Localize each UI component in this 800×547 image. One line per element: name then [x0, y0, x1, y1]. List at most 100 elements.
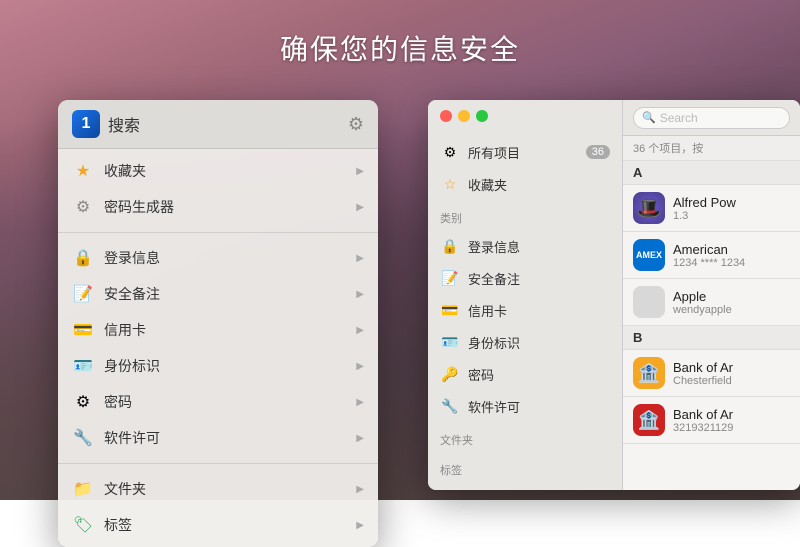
menu-item-folders[interactable]: 📁 文件夹 ▶	[58, 471, 378, 507]
sidebar-section-categories: 类别	[428, 200, 622, 230]
id-icon: 🪪	[440, 332, 460, 352]
sidebar-item-identity[interactable]: 🪪 身份标识	[428, 326, 622, 358]
gear-icon[interactable]: ⚙	[348, 114, 364, 135]
menu-item-software[interactable]: 🔧 软件许可 ▶	[58, 420, 378, 456]
sidebar-label: 收藏夹	[468, 175, 610, 194]
item-title: Bank of Ar	[673, 360, 790, 375]
menu-item-label: 信用卡	[104, 320, 356, 340]
item-count-badge: 36	[586, 145, 610, 159]
menu-header: 1 搜索 ⚙	[58, 100, 378, 149]
note-icon: 📝	[72, 283, 94, 305]
item-info: Apple wendyapple	[673, 289, 790, 316]
chevron-right-icon: ▶	[356, 202, 364, 213]
sidebar-label: 登录信息	[468, 237, 610, 256]
app-icon-alfred: 🎩	[633, 192, 665, 224]
chevron-right-icon: ▶	[356, 253, 364, 264]
chevron-right-icon: ▶	[356, 397, 364, 408]
list-item[interactable]: AMEX American 1234 **** 1234	[623, 232, 800, 279]
card-icon: 💳	[440, 300, 460, 320]
sidebar-label: 所有项目	[468, 143, 586, 162]
menu-search-label: 搜索	[108, 112, 348, 136]
menu-item-passwords[interactable]: ⚙ 密码 ▶	[58, 384, 378, 420]
item-title: Apple	[673, 289, 790, 304]
gear-small-icon: ⚙	[72, 196, 94, 218]
onepassword-icon: 1	[72, 110, 100, 138]
sidebar-label: 身份标识	[468, 333, 610, 352]
sidebar-item-cards[interactable]: 💳 信用卡	[428, 294, 622, 326]
app-icon-bank-yellow: 🏦	[633, 357, 665, 389]
sidebar-label: 软件许可	[468, 397, 610, 416]
menu-item-credit-cards[interactable]: 💳 信用卡 ▶	[58, 312, 378, 348]
menu-item-notes[interactable]: 📝 安全备注 ▶	[58, 276, 378, 312]
app-sidebar: ⚙ 所有项目 36 ☆ 收藏夹 类别 🔒 登录信息 📝 安全备注 💳 信用卡 🪪…	[428, 100, 623, 490]
maximize-button[interactable]	[476, 110, 488, 122]
item-subtitle: Chesterfield	[673, 375, 790, 387]
key-icon: 🔑	[440, 364, 460, 384]
item-subtitle: 3219321129	[673, 422, 790, 434]
menu-item-logins[interactable]: 🔒 登录信息 ▶	[58, 240, 378, 276]
sidebar-label: 信用卡	[468, 301, 610, 320]
menu-divider	[58, 232, 378, 233]
chevron-right-icon: ▶	[356, 325, 364, 336]
menu-item-identity[interactable]: 🪪 身份标识 ▶	[58, 348, 378, 384]
app-icon-apple	[633, 286, 665, 318]
menu-item-label: 安全备注	[104, 284, 356, 304]
item-title: Bank of Ar	[673, 407, 790, 422]
traffic-lights	[440, 110, 488, 122]
sidebar-section-audit: 安全审查	[428, 482, 622, 490]
item-info: American 1234 **** 1234	[673, 242, 790, 269]
items-list: A 🎩 Alfred Pow 1.3 AMEX American 1234 **…	[623, 161, 800, 490]
close-button[interactable]	[440, 110, 452, 122]
sidebar-item-all[interactable]: ⚙ 所有项目 36	[428, 136, 622, 168]
menu-item-password-gen[interactable]: ⚙ 密码生成器 ▶	[58, 189, 378, 225]
sidebar-item-notes[interactable]: 📝 安全备注	[428, 262, 622, 294]
menu-item-tags[interactable]: 🏷 标签 ▶	[58, 507, 378, 543]
sidebar-item-passwords[interactable]: 🔑 密码	[428, 358, 622, 390]
software-icon: 🔧	[72, 427, 94, 449]
chevron-right-icon: ▶	[356, 166, 364, 177]
tag-icon: 🏷	[72, 514, 94, 536]
folder-icon: 📁	[72, 478, 94, 500]
list-item[interactable]: 🏦 Bank of Ar Chesterfield	[623, 350, 800, 397]
item-subtitle: 1234 **** 1234	[673, 257, 790, 269]
menu-item-label: 文件夹	[104, 479, 356, 499]
star-icon: ☆	[440, 174, 460, 194]
sidebar-label: 密码	[468, 365, 610, 384]
sidebar-item-software[interactable]: 🔧 软件许可	[428, 390, 622, 422]
note-icon: 📝	[440, 268, 460, 288]
menu-item-label: 身份标识	[104, 356, 356, 376]
app-icon-bank-red: 🏦	[633, 404, 665, 436]
menu-panel: 1 搜索 ⚙ ★ 收藏夹 ▶ ⚙ 密码生成器 ▶ 🔒 登录信息 ▶ 📝 安全备注…	[58, 100, 378, 547]
item-subtitle: 1.3	[673, 210, 790, 222]
menu-item-label: 标签	[104, 515, 356, 535]
menu-item-label: 登录信息	[104, 248, 356, 268]
sidebar-section-folders: 文件夹	[428, 422, 622, 452]
card-icon: 💳	[72, 319, 94, 341]
sidebar-item-favorites[interactable]: ☆ 收藏夹	[428, 168, 622, 200]
menu-item-favorites[interactable]: ★ 收藏夹 ▶	[58, 153, 378, 189]
software-icon: 🔧	[440, 396, 460, 416]
app-toolbar: 🔍 Search	[623, 100, 800, 136]
item-title: Alfred Pow	[673, 195, 790, 210]
list-item[interactable]: Apple wendyapple	[623, 279, 800, 326]
id-icon: 🪪	[72, 355, 94, 377]
item-info: Bank of Ar 3219321129	[673, 407, 790, 434]
menu-item-label: 软件许可	[104, 428, 356, 448]
item-subtitle: wendyapple	[673, 304, 790, 316]
list-item[interactable]: 🎩 Alfred Pow 1.3	[623, 185, 800, 232]
chevron-right-icon: ▶	[356, 520, 364, 531]
minimize-button[interactable]	[458, 110, 470, 122]
lock-icon: 🔒	[72, 247, 94, 269]
item-info: Bank of Ar Chesterfield	[673, 360, 790, 387]
list-item[interactable]: 🏦 Bank of Ar 3219321129	[623, 397, 800, 444]
sidebar-section-tags: 标签	[428, 452, 622, 482]
section-header-b: B	[623, 326, 800, 350]
search-icon: 🔍	[642, 111, 656, 124]
search-bar[interactable]: 🔍 Search	[633, 107, 790, 129]
page-title: 确保您的信息安全	[0, 28, 800, 68]
chevron-right-icon: ▶	[356, 289, 364, 300]
section-header-a: A	[623, 161, 800, 185]
item-info: Alfred Pow 1.3	[673, 195, 790, 222]
sidebar-item-logins[interactable]: 🔒 登录信息	[428, 230, 622, 262]
password-icon: ⚙	[72, 391, 94, 413]
